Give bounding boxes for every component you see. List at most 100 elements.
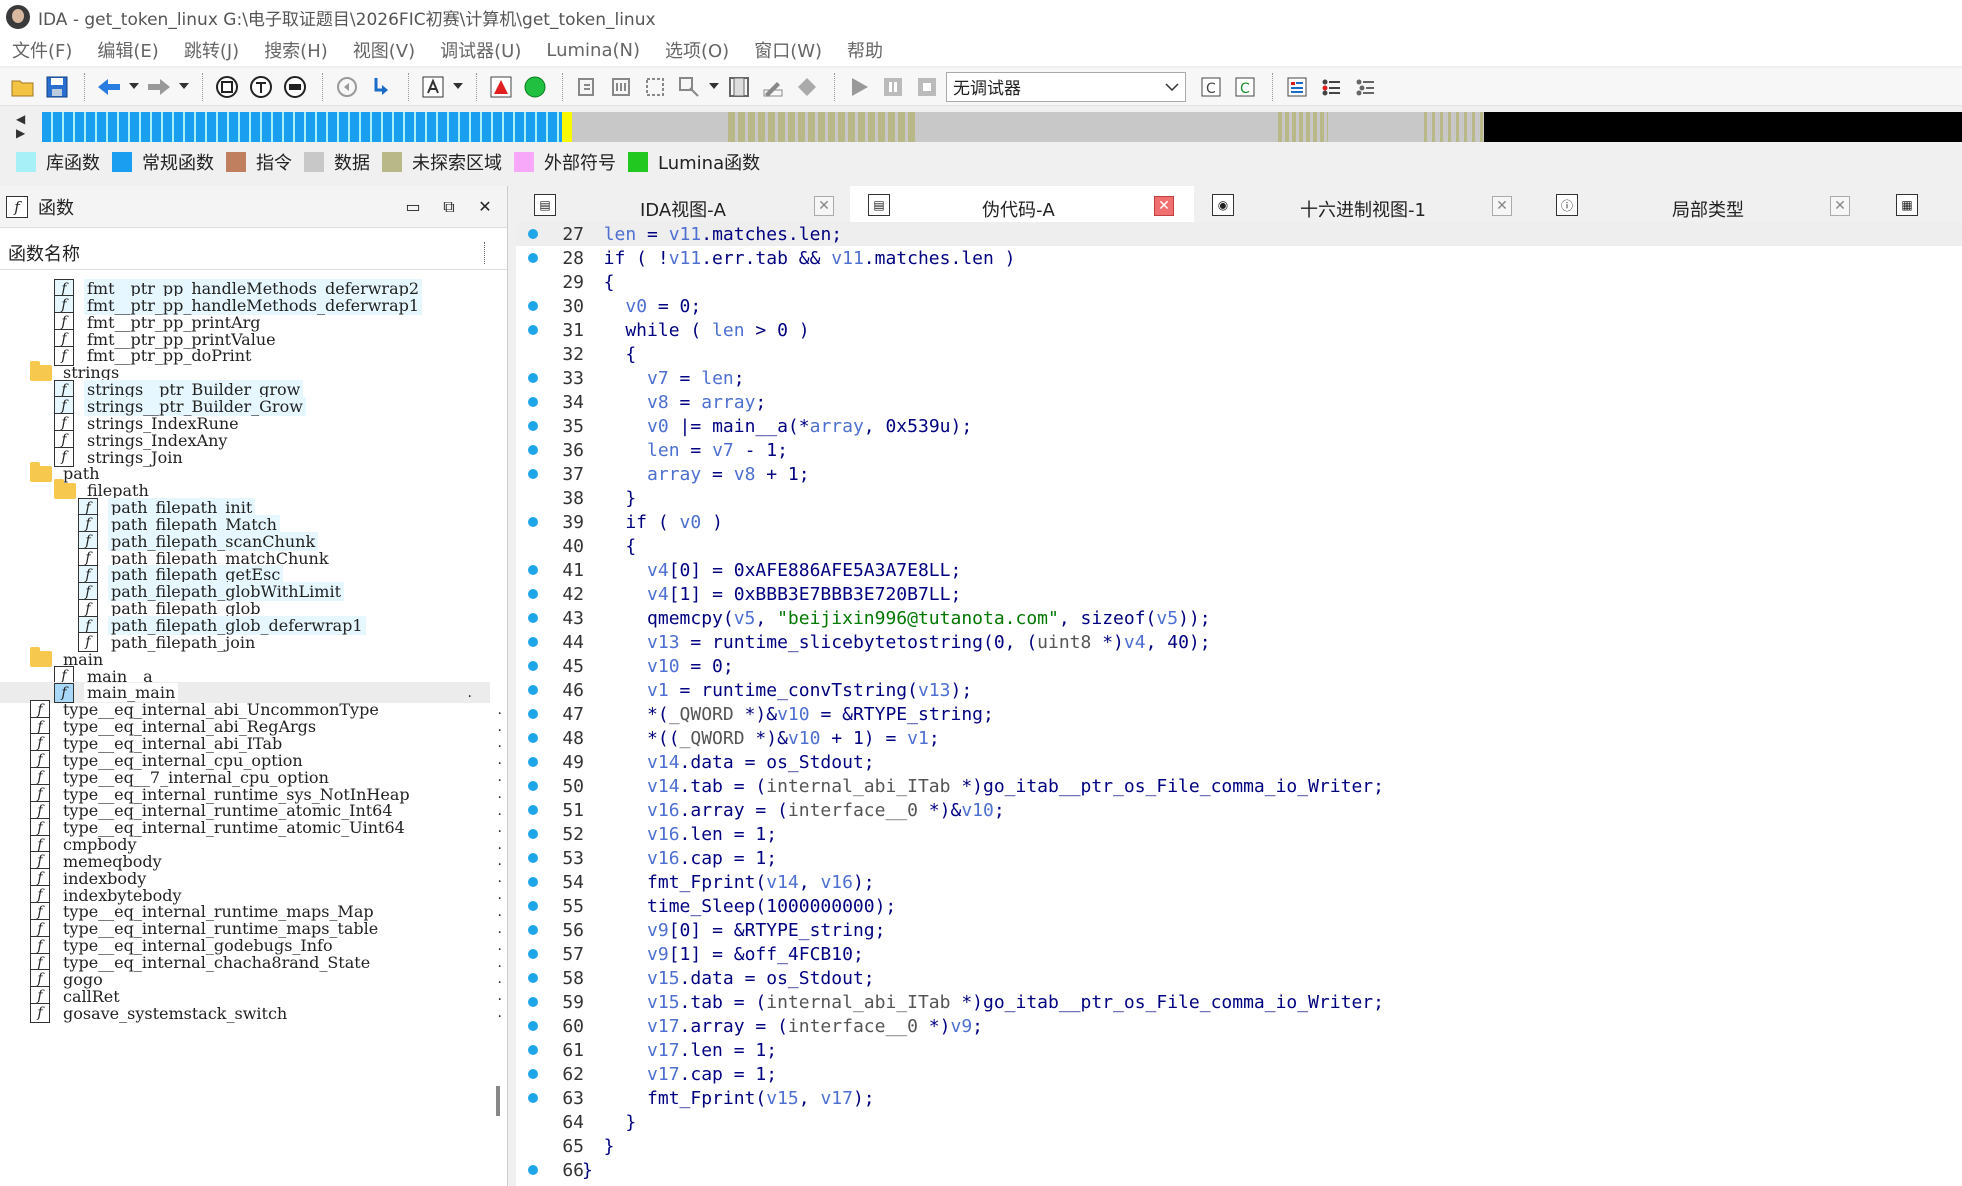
code-text[interactable]: v14.data = os_Stdout; — [582, 752, 875, 773]
breakpoint-dot-icon[interactable] — [528, 589, 538, 599]
breakpoint-dot-icon[interactable] — [528, 781, 538, 791]
code-line[interactable]: 63 fmt_Fprint(v15, v17); — [516, 1086, 1962, 1110]
code-line[interactable]: 32 { — [516, 342, 1962, 366]
code-text[interactable]: *(_QWORD *)&v10 = &RTYPE_string; — [582, 704, 994, 725]
menu-window[interactable]: 窗口(W) — [754, 37, 822, 63]
code-text[interactable]: len = v7 - 1; — [582, 440, 788, 461]
breakpoint-dot-icon[interactable] — [528, 613, 538, 623]
code-line[interactable]: 40 { — [516, 534, 1962, 558]
code-line[interactable]: 29 { — [516, 270, 1962, 294]
menu-help[interactable]: 帮助 — [847, 37, 883, 63]
code-line[interactable]: 50 v14.tab = (internal_abi_ITab *)go_ita… — [516, 774, 1962, 798]
code-line[interactable]: 58 v15.data = os_Stdout; — [516, 966, 1962, 990]
code-line[interactable]: 64 } — [516, 1110, 1962, 1134]
code-text[interactable]: fmt_Fprint(v14, v16); — [582, 872, 875, 893]
breakpoint-icon-1[interactable] — [572, 72, 602, 102]
code-line[interactable]: 38 } — [516, 486, 1962, 510]
menu-debugger[interactable]: 调试器(U) — [440, 37, 521, 63]
tab-close-icon[interactable]: ✕ — [1154, 196, 1174, 216]
breakpoint-dot-icon[interactable] — [528, 373, 538, 383]
code-line[interactable]: 61 v17.len = 1; — [516, 1038, 1962, 1062]
text-format-icon[interactable] — [418, 72, 448, 102]
code-text[interactable]: v0 |= main__a(*array, 0x539u); — [582, 416, 972, 437]
code-line[interactable]: 62 v17.cap = 1; — [516, 1062, 1962, 1086]
code-text[interactable]: v15.tab = (internal_abi_ITab *)go_itab__… — [582, 992, 1384, 1013]
breakpoint-dot-icon[interactable] — [528, 637, 538, 647]
code-line[interactable]: 35 v0 |= main__a(*array, 0x539u); — [516, 414, 1962, 438]
menu-lumina[interactable]: Lumina(N) — [546, 40, 640, 61]
code-line[interactable]: 43 qmemcpy(v5, "beijixin996@tutanota.com… — [516, 606, 1962, 630]
breakpoint-dot-icon[interactable] — [528, 877, 538, 887]
breakpoint-dot-icon[interactable] — [528, 829, 538, 839]
breakpoint-dot-icon[interactable] — [528, 925, 538, 935]
back-dropdown-icon[interactable] — [128, 72, 140, 102]
code-line[interactable]: 31 while ( len > 0 ) — [516, 318, 1962, 342]
breakpoint-dot-icon[interactable] — [528, 229, 538, 239]
tab-close-icon[interactable]: ✕ — [1830, 196, 1850, 216]
format-dropdown-icon[interactable] — [452, 72, 464, 102]
code-text[interactable]: array = v8 + 1; — [582, 464, 810, 485]
code-line[interactable]: 53 v16.cap = 1; — [516, 846, 1962, 870]
function-name-column-header[interactable]: 函数名称 — [0, 236, 507, 270]
scrollbar-thumb[interactable] — [496, 1086, 500, 1116]
breakpoint-dot-icon[interactable] — [528, 709, 538, 719]
code-line[interactable]: 44 v13 = runtime_slicebytetostring(0, (u… — [516, 630, 1962, 654]
breakpoint-dot-icon[interactable] — [528, 565, 538, 575]
breakpoint-dot-icon[interactable] — [528, 805, 538, 815]
breakpoint-dot-icon[interactable] — [528, 445, 538, 455]
breakpoint-icon-4[interactable] — [674, 72, 704, 102]
hex-view-toolbar-icon[interactable] — [280, 72, 310, 102]
menu-view[interactable]: 视图(V) — [353, 37, 415, 63]
breakpoint-dot-icon[interactable] — [528, 1069, 538, 1079]
breakpoint-dot-icon[interactable] — [528, 949, 538, 959]
list-view-icon-1[interactable] — [1282, 72, 1312, 102]
breakpoint-icon-2[interactable] — [606, 72, 636, 102]
code-text[interactable]: v17.cap = 1; — [582, 1064, 777, 1085]
navigation-bar[interactable] — [42, 112, 1962, 142]
code-line[interactable]: 34 v8 = array; — [516, 390, 1962, 414]
code-line[interactable]: 41 v4[0] = 0xAFE886AFE5A3A7E8LL; — [516, 558, 1962, 582]
function-item[interactable]: f gosave_systemstack_switch. — [30, 1003, 507, 1024]
breakpoint-dot-icon[interactable] — [528, 901, 538, 911]
code-line[interactable]: 27 len = v11.matches.len; — [516, 222, 1962, 246]
code-line[interactable]: 65 } — [516, 1134, 1962, 1158]
code-text[interactable]: v9[0] = &RTYPE_string; — [582, 920, 885, 941]
code-line[interactable]: 52 v16.len = 1; — [516, 822, 1962, 846]
code-text[interactable]: *((_QWORD *)&v10 + 1) = v1; — [582, 728, 940, 749]
breakpoint-dot-icon[interactable] — [528, 253, 538, 263]
code-line[interactable]: 51 v16.array = (interface__0 *)&v10; — [516, 798, 1962, 822]
breakpoint-dot-icon[interactable] — [528, 757, 538, 767]
debugger-option-icon-2[interactable]: C — [1230, 72, 1260, 102]
code-line[interactable]: 49 v14.data = os_Stdout; — [516, 750, 1962, 774]
code-text[interactable]: v17.array = (interface__0 *)v9; — [582, 1016, 983, 1037]
code-text[interactable]: { — [582, 344, 636, 365]
debugger-select[interactable]: 无调试器 — [946, 71, 1186, 102]
code-line[interactable]: 60 v17.array = (interface__0 *)v9; — [516, 1014, 1962, 1038]
menu-file[interactable]: 文件(F) — [12, 37, 72, 63]
code-text[interactable]: if ( v0 ) — [582, 512, 723, 533]
code-text[interactable]: len = v11.matches.len; — [582, 224, 842, 245]
code-text[interactable]: fmt_Fprint(v15, v17); — [582, 1088, 875, 1109]
breakpoint-dropdown-icon[interactable] — [708, 72, 720, 102]
step-into-icon[interactable] — [366, 72, 396, 102]
breakpoint-dot-icon[interactable] — [528, 517, 538, 527]
close-icon[interactable]: ✕ — [471, 197, 499, 216]
code-line[interactable]: 56 v9[0] = &RTYPE_string; — [516, 918, 1962, 942]
functions-tree[interactable]: ffmt__ptr_pp_handleMethods_deferwrap2.ff… — [0, 270, 507, 1180]
breakpoint-dot-icon[interactable] — [528, 1093, 538, 1103]
code-text[interactable]: v9[1] = &off_4FCB10; — [582, 944, 864, 965]
code-text[interactable]: v16.cap = 1; — [582, 848, 777, 869]
diamond-icon[interactable] — [792, 72, 822, 102]
nav-arrows-icon[interactable]: ◀ ▶ — [16, 112, 30, 140]
breakpoint-dot-icon[interactable] — [528, 301, 538, 311]
code-line[interactable]: 54 fmt_Fprint(v14, v16); — [516, 870, 1962, 894]
breakpoint-dot-icon[interactable] — [528, 325, 538, 335]
stop-sign-icon[interactable] — [486, 72, 516, 102]
code-text[interactable]: v4[1] = 0xBBB3E7BBB3E720B7LL; — [582, 584, 961, 605]
code-text[interactable]: } — [582, 488, 636, 509]
code-line[interactable]: 30 v0 = 0; — [516, 294, 1962, 318]
code-text[interactable]: if ( !v11.err.tab && v11.matches.len ) — [582, 248, 1016, 269]
run-play-icon[interactable] — [844, 72, 874, 102]
code-text[interactable]: { — [582, 536, 636, 557]
breakpoint-dot-icon[interactable] — [528, 973, 538, 983]
